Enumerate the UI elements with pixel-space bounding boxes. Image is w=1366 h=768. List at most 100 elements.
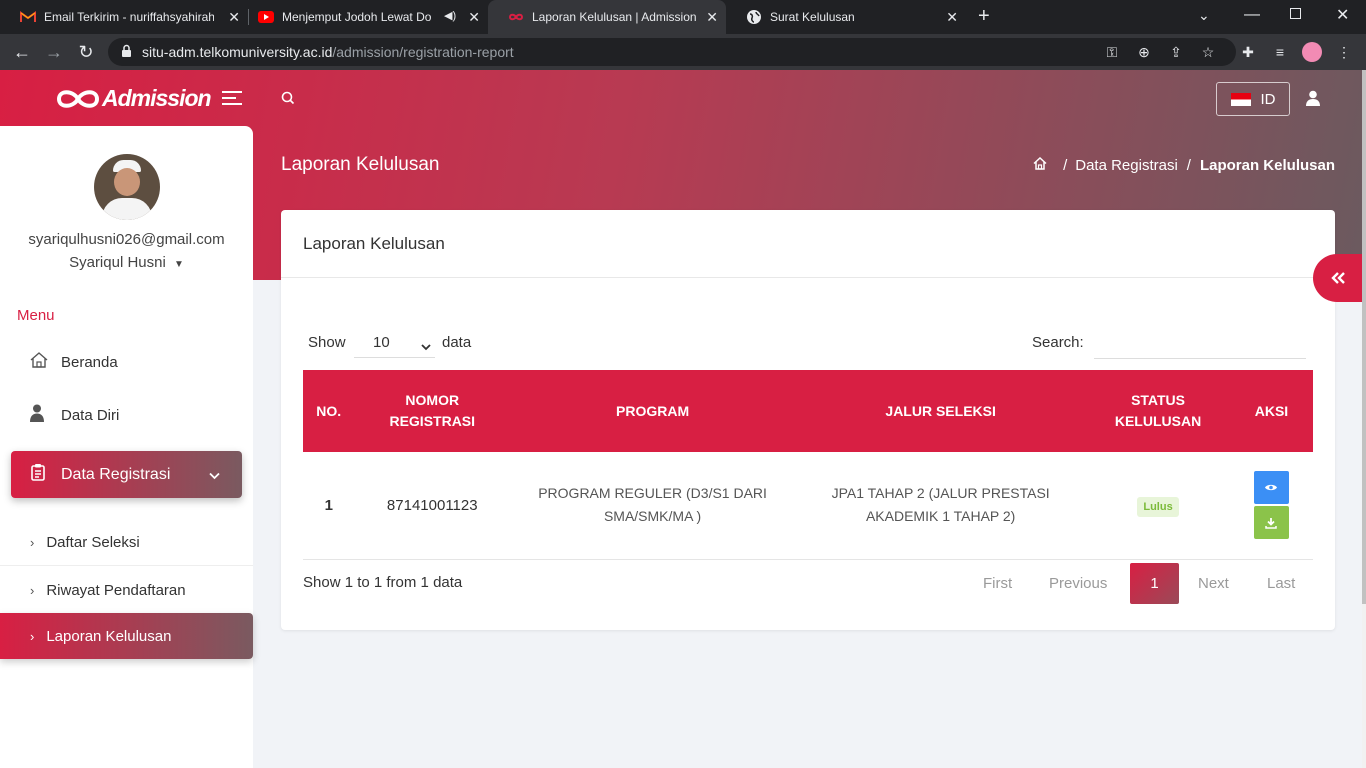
user-name-dropdown[interactable]: Syariqul Husni ▼ — [0, 254, 253, 271]
sidebar-subitem-label: Daftar Seleksi — [46, 534, 140, 551]
close-tab-icon[interactable]: ✕ — [706, 9, 718, 26]
forward-icon[interactable]: → — [44, 42, 64, 62]
status-badge: Lulus — [1137, 496, 1179, 517]
download-icon — [1265, 517, 1278, 529]
show-label: Show — [308, 334, 346, 351]
sidebar-item-data-diri[interactable]: Data Diri — [30, 404, 119, 426]
media-control-icon[interactable]: ≡ — [1272, 44, 1288, 60]
lock-icon[interactable] — [121, 44, 132, 61]
tab-title: Email Terkirim - nuriffahsyahirah — [44, 10, 214, 24]
sidebar-subitem-label: Riwayat Pendaftaran — [46, 581, 186, 599]
language-button[interactable]: ID — [1216, 82, 1290, 116]
user-email: syariqulhusni026@gmail.com — [28, 231, 225, 248]
browser-toolbar: ← → ↻ situ-adm.telkomuniversity.ac.id/ad… — [0, 34, 1366, 70]
language-label: ID — [1260, 90, 1276, 108]
infinity-logo-icon — [56, 89, 100, 108]
close-tab-icon[interactable]: ✕ — [946, 9, 958, 26]
report-card: Laporan Kelulusan Show 10 data Search: N… — [281, 210, 1335, 630]
pagination-previous[interactable]: Previous — [1049, 575, 1107, 592]
breadcrumb: / Data Registrasi / Laporan Kelulusan — [1033, 156, 1335, 174]
pagination-next[interactable]: Next — [1198, 575, 1229, 592]
card-title: Laporan Kelulusan — [303, 234, 445, 253]
avatar[interactable] — [94, 154, 160, 220]
column-header[interactable]: STATUS KELULUSAN — [1086, 370, 1230, 452]
scrollbar-thumb[interactable] — [1362, 70, 1366, 604]
pagination-page-1[interactable]: 1 — [1130, 563, 1179, 604]
admission-icon — [508, 9, 524, 25]
address-bar[interactable]: situ-adm.telkomuniversity.ac.id/admissio… — [108, 38, 1236, 66]
eye-icon — [1265, 485, 1278, 491]
bookmark-star-icon[interactable]: ☆ — [1200, 44, 1216, 60]
profile-avatar[interactable] — [1302, 42, 1322, 62]
table-header-row: NO. NOMOR REGISTRASI PROGRAM JALUR SELEK… — [303, 370, 1313, 452]
pagination-page-number: 1 — [1150, 575, 1159, 592]
audio-playing-icon[interactable]: ◀) — [444, 9, 456, 22]
browser-tab[interactable]: Email Terkirim - nuriffahsyahirah ✕ — [0, 0, 248, 34]
sidebar-subitem-label: Laporan Kelulusan — [46, 627, 172, 645]
sidebar-subitem-riwayat-pendaftaran[interactable]: › Riwayat Pendaftaran — [0, 567, 253, 613]
column-header: AKSI — [1254, 402, 1289, 419]
browser-tab-active[interactable]: Laporan Kelulusan | Admission ✕ — [488, 0, 726, 34]
key-icon[interactable]: ⚿ — [1104, 44, 1120, 60]
column-header[interactable]: NO. — [303, 370, 354, 452]
sidebar-toggle-icon[interactable] — [222, 90, 242, 106]
tab-title: Surat Kelulusan — [770, 10, 855, 24]
search-input[interactable] — [1094, 327, 1306, 359]
home-icon[interactable] — [1033, 156, 1047, 174]
action-cell — [1230, 452, 1313, 559]
new-tab-icon[interactable]: + — [978, 5, 990, 28]
tab-title: Menjemput Jodoh Lewat Do — [282, 10, 432, 24]
tab-search-icon[interactable]: ⌄ — [1198, 7, 1210, 24]
youtube-icon — [258, 9, 274, 25]
scrollbar[interactable] — [1362, 70, 1366, 768]
zoom-icon[interactable]: ⊕ — [1136, 44, 1152, 60]
browser-menu-icon[interactable]: ⋮ — [1336, 44, 1352, 60]
sidebar-subitem-daftar-seleksi[interactable]: › Daftar Seleksi — [0, 520, 253, 566]
card-divider — [281, 277, 1335, 278]
view-button[interactable] — [1253, 471, 1289, 505]
chevron-right-icon: › — [30, 535, 35, 550]
reload-icon[interactable]: ↻ — [76, 42, 96, 62]
back-icon[interactable]: ← — [12, 42, 32, 62]
gmail-icon — [20, 9, 36, 25]
chevron-down-icon — [421, 338, 431, 355]
browser-tab[interactable]: Surat Kelulusan ✕ — [726, 0, 966, 34]
globe-icon — [746, 9, 762, 25]
pagination-last[interactable]: Last — [1267, 575, 1295, 592]
breadcrumb-separator: / — [1186, 157, 1191, 174]
close-window-icon[interactable]: ✕ — [1336, 5, 1349, 25]
clipboard-icon — [31, 463, 45, 486]
extensions-icon[interactable]: ✚ — [1240, 44, 1256, 60]
menu-heading: Menu — [17, 307, 55, 324]
pagination-first[interactable]: First — [983, 575, 1012, 592]
table-info: Show 1 to 1 from 1 data — [303, 574, 463, 591]
search-icon[interactable] — [281, 91, 295, 110]
user-icon — [30, 404, 48, 426]
close-tab-icon[interactable]: ✕ — [468, 9, 480, 26]
admission-logo[interactable]: Admission — [56, 85, 212, 112]
user-name: Syariqul Husni — [69, 254, 166, 271]
indonesia-flag-icon — [1230, 92, 1251, 106]
sidebar-item-data-registrasi[interactable]: Data Registrasi — [11, 451, 242, 498]
sidebar-item-beranda[interactable]: Beranda — [30, 352, 118, 372]
share-icon[interactable]: ⇪ — [1168, 44, 1184, 60]
page-length-value: 10 — [373, 333, 390, 351]
url-host: situ-adm.telkomuniversity.ac.id — [142, 44, 333, 60]
restore-icon[interactable] — [1290, 8, 1301, 19]
browser-tab[interactable]: Menjemput Jodoh Lewat Do ◀) ✕ — [238, 0, 488, 34]
browser-tab-bar: Email Terkirim - nuriffahsyahirah ✕ Menj… — [0, 0, 1366, 34]
program-cell: PROGRAM REGULER (D3/S1 DARI SMA/SMK/MA ) — [538, 485, 767, 525]
minimize-icon[interactable]: — — [1244, 6, 1260, 24]
sidebar-subitem-laporan-kelulusan[interactable]: › Laporan Kelulusan — [0, 613, 253, 659]
user-account-icon[interactable] — [1306, 90, 1320, 111]
collapse-panel-button[interactable] — [1313, 254, 1362, 302]
column-header[interactable]: NOMOR REGISTRASI — [354, 370, 510, 452]
column-header[interactable]: JALUR SELEKSI — [795, 370, 1086, 452]
page-length-select[interactable]: 10 — [354, 327, 435, 358]
column-header[interactable]: PROGRAM — [510, 370, 795, 452]
data-label: data — [442, 334, 472, 351]
app: Admission ID Laporan Kelulusan / Data Re… — [0, 70, 1362, 768]
selection-path-cell: JPA1 TAHAP 2 (JALUR PRESTASI AKADEMIK 1 … — [831, 485, 1050, 525]
breadcrumb-link[interactable]: Data Registrasi — [1075, 157, 1178, 174]
download-button[interactable] — [1253, 506, 1289, 540]
